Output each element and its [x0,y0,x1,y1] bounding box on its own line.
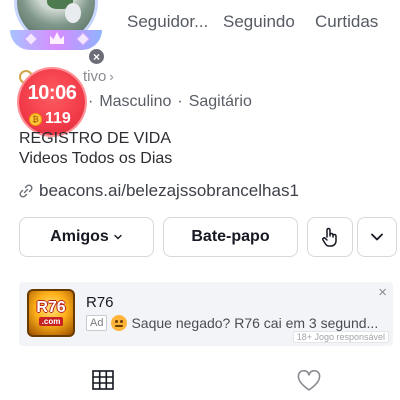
more-options-button[interactable] [357,217,397,257]
following-label[interactable]: Seguindo [223,12,315,32]
coin-icon: ₿ [29,112,42,126]
ad-logo: R76 .com [27,289,75,337]
profile-stats: Seguidor... Seguindo Curtidas [127,12,387,32]
profile-sign: Sagitário [188,93,252,110]
ad-age-rating: 18+ Jogo responsável [292,331,389,343]
ad-text: Saque negado? R76 cai em 3 segund... [131,315,379,331]
chat-button-label: Bate-papo [191,228,270,245]
bio-line-2: Videos Todos os Dias [19,150,173,167]
timer-reward-badge[interactable]: 10:06 ₿ 119 [19,69,85,135]
ad-description-row: Ad Saque negado? R76 cai em 3 segund... [86,315,378,331]
ad-logo-text: R76 [36,299,66,316]
profile-avatar[interactable] [8,0,104,56]
chat-button[interactable]: Bate-papo [163,217,298,257]
profile-separator: · [88,93,94,110]
friends-button[interactable]: Amigos [19,217,154,257]
profile-meta-row: · Masculino · Sagitário [88,93,252,111]
share-hand-icon [322,227,337,247]
link-icon [19,184,33,198]
grid-icon[interactable] [92,370,114,390]
ad-logo-subtext: .com [38,317,64,326]
sponsored-ad-card[interactable]: R76 .com R76 Ad Saque negado? R76 cai em… [19,282,393,346]
ad-title: R76 [86,294,114,311]
followers-label[interactable]: Seguidor... [127,12,223,32]
likes-label[interactable]: Curtidas [315,12,387,32]
profile-link[interactable]: beacons.ai/belezajssobrancelhas1 [19,181,299,201]
ad-badge: Ad [86,315,108,331]
coin-count: 119 [45,110,71,127]
profile-gender: Masculino [99,93,172,110]
profile-separator: · [177,93,183,110]
timer-coins: ₿ 119 [29,110,71,128]
heart-outline-icon[interactable] [297,370,321,392]
share-button[interactable] [307,217,353,257]
bio-line-1: REGISTRO DE VIDA [19,130,172,147]
timer-time: 10:06 [27,82,77,104]
active-status-text: tivo [83,68,107,85]
link-text[interactable]: beacons.ai/belezajssobrancelhas1 [39,181,299,201]
ad-close-icon[interactable]: × [378,284,387,301]
friends-button-label: Amigos [50,228,109,245]
avatar-pot-shape [65,3,81,23]
chevron-down-icon [371,233,383,241]
chevron-right-icon: › [109,69,114,84]
worried-face-icon [111,315,128,331]
profile-bio: REGISTRO DE VIDA Videos Todos os Dias [19,129,172,169]
chevron-down-icon [114,234,122,240]
avatar-close-icon[interactable]: × [88,48,105,65]
